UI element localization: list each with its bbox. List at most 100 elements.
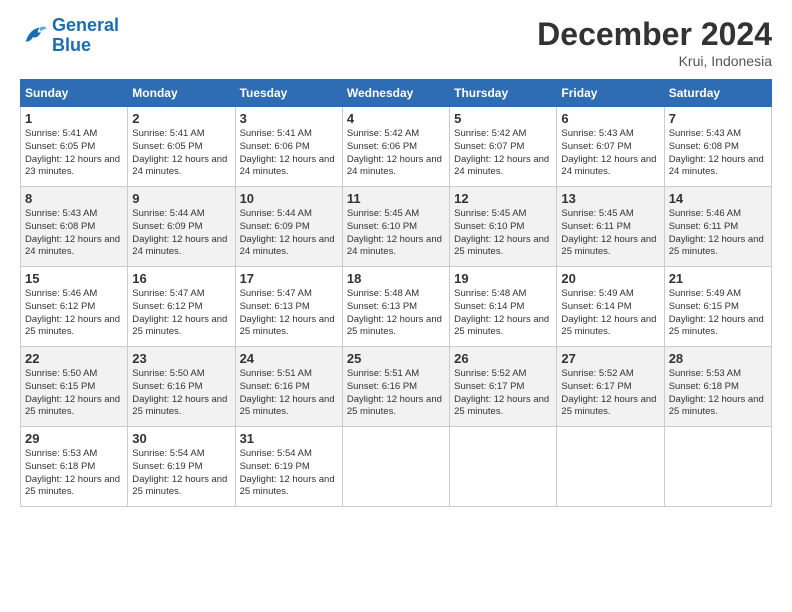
calendar-cell: 31 Sunrise: 5:54 AMSunset: 6:19 PMDaylig… — [235, 427, 342, 507]
day-detail: Sunrise: 5:45 AMSunset: 6:11 PMDaylight:… — [561, 208, 659, 259]
calendar-cell: 2 Sunrise: 5:41 AMSunset: 6:05 PMDayligh… — [128, 107, 235, 187]
day-number: 10 — [240, 191, 338, 206]
day-number: 14 — [669, 191, 767, 206]
calendar-cell: 15 Sunrise: 5:46 AMSunset: 6:12 PMDaylig… — [21, 267, 128, 347]
day-detail: Sunrise: 5:52 AMSunset: 6:17 PMDaylight:… — [454, 368, 552, 419]
header-monday: Monday — [128, 80, 235, 107]
day-detail: Sunrise: 5:46 AMSunset: 6:12 PMDaylight:… — [25, 288, 123, 339]
day-number: 6 — [561, 111, 659, 126]
calendar-cell: 24 Sunrise: 5:51 AMSunset: 6:16 PMDaylig… — [235, 347, 342, 427]
day-detail: Sunrise: 5:49 AMSunset: 6:14 PMDaylight:… — [561, 288, 659, 339]
day-detail: Sunrise: 5:43 AMSunset: 6:07 PMDaylight:… — [561, 128, 659, 179]
calendar-week-3: 15 Sunrise: 5:46 AMSunset: 6:12 PMDaylig… — [21, 267, 772, 347]
calendar-week-2: 8 Sunrise: 5:43 AMSunset: 6:08 PMDayligh… — [21, 187, 772, 267]
day-detail: Sunrise: 5:52 AMSunset: 6:17 PMDaylight:… — [561, 368, 659, 419]
header-friday: Friday — [557, 80, 664, 107]
day-detail: Sunrise: 5:41 AMSunset: 6:05 PMDaylight:… — [132, 128, 230, 179]
title-block: December 2024 Krui, Indonesia — [537, 16, 772, 69]
day-detail: Sunrise: 5:45 AMSunset: 6:10 PMDaylight:… — [454, 208, 552, 259]
day-detail: Sunrise: 5:46 AMSunset: 6:11 PMDaylight:… — [669, 208, 767, 259]
day-number: 17 — [240, 271, 338, 286]
day-number: 21 — [669, 271, 767, 286]
day-number: 7 — [669, 111, 767, 126]
calendar-cell: 8 Sunrise: 5:43 AMSunset: 6:08 PMDayligh… — [21, 187, 128, 267]
day-number: 29 — [25, 431, 123, 446]
day-number: 16 — [132, 271, 230, 286]
calendar-cell — [557, 427, 664, 507]
calendar-table: Sunday Monday Tuesday Wednesday Thursday… — [20, 79, 772, 507]
day-number: 19 — [454, 271, 552, 286]
header-thursday: Thursday — [450, 80, 557, 107]
day-number: 1 — [25, 111, 123, 126]
day-detail: Sunrise: 5:47 AMSunset: 6:12 PMDaylight:… — [132, 288, 230, 339]
calendar-cell: 7 Sunrise: 5:43 AMSunset: 6:08 PMDayligh… — [664, 107, 771, 187]
calendar-cell: 19 Sunrise: 5:48 AMSunset: 6:14 PMDaylig… — [450, 267, 557, 347]
day-number: 25 — [347, 351, 445, 366]
day-detail: Sunrise: 5:54 AMSunset: 6:19 PMDaylight:… — [132, 448, 230, 499]
calendar-week-5: 29 Sunrise: 5:53 AMSunset: 6:18 PMDaylig… — [21, 427, 772, 507]
day-number: 13 — [561, 191, 659, 206]
day-detail: Sunrise: 5:43 AMSunset: 6:08 PMDaylight:… — [25, 208, 123, 259]
day-detail: Sunrise: 5:53 AMSunset: 6:18 PMDaylight:… — [25, 448, 123, 499]
calendar-cell: 26 Sunrise: 5:52 AMSunset: 6:17 PMDaylig… — [450, 347, 557, 427]
day-detail: Sunrise: 5:49 AMSunset: 6:15 PMDaylight:… — [669, 288, 767, 339]
weekday-header-row: Sunday Monday Tuesday Wednesday Thursday… — [21, 80, 772, 107]
calendar-week-1: 1 Sunrise: 5:41 AMSunset: 6:05 PMDayligh… — [21, 107, 772, 187]
day-detail: Sunrise: 5:48 AMSunset: 6:14 PMDaylight:… — [454, 288, 552, 339]
day-number: 5 — [454, 111, 552, 126]
day-number: 18 — [347, 271, 445, 286]
day-detail: Sunrise: 5:41 AMSunset: 6:06 PMDaylight:… — [240, 128, 338, 179]
calendar-cell: 5 Sunrise: 5:42 AMSunset: 6:07 PMDayligh… — [450, 107, 557, 187]
calendar-cell — [664, 427, 771, 507]
day-number: 4 — [347, 111, 445, 126]
day-detail: Sunrise: 5:50 AMSunset: 6:15 PMDaylight:… — [25, 368, 123, 419]
calendar-cell: 14 Sunrise: 5:46 AMSunset: 6:11 PMDaylig… — [664, 187, 771, 267]
calendar-cell: 12 Sunrise: 5:45 AMSunset: 6:10 PMDaylig… — [450, 187, 557, 267]
month-title: December 2024 — [537, 16, 772, 53]
logo-blue: Blue — [52, 35, 91, 55]
day-number: 26 — [454, 351, 552, 366]
day-number: 3 — [240, 111, 338, 126]
calendar-cell: 10 Sunrise: 5:44 AMSunset: 6:09 PMDaylig… — [235, 187, 342, 267]
header-sunday: Sunday — [21, 80, 128, 107]
day-number: 30 — [132, 431, 230, 446]
logo-general: General — [52, 15, 119, 35]
header-tuesday: Tuesday — [235, 80, 342, 107]
page: General Blue December 2024 Krui, Indones… — [0, 0, 792, 517]
day-detail: Sunrise: 5:44 AMSunset: 6:09 PMDaylight:… — [132, 208, 230, 259]
calendar-cell: 11 Sunrise: 5:45 AMSunset: 6:10 PMDaylig… — [342, 187, 449, 267]
day-detail: Sunrise: 5:50 AMSunset: 6:16 PMDaylight:… — [132, 368, 230, 419]
day-detail: Sunrise: 5:43 AMSunset: 6:08 PMDaylight:… — [669, 128, 767, 179]
calendar-cell: 9 Sunrise: 5:44 AMSunset: 6:09 PMDayligh… — [128, 187, 235, 267]
calendar-cell: 21 Sunrise: 5:49 AMSunset: 6:15 PMDaylig… — [664, 267, 771, 347]
day-number: 2 — [132, 111, 230, 126]
calendar-cell: 17 Sunrise: 5:47 AMSunset: 6:13 PMDaylig… — [235, 267, 342, 347]
day-number: 23 — [132, 351, 230, 366]
header: General Blue December 2024 Krui, Indones… — [20, 16, 772, 69]
day-detail: Sunrise: 5:42 AMSunset: 6:07 PMDaylight:… — [454, 128, 552, 179]
day-detail: Sunrise: 5:42 AMSunset: 6:06 PMDaylight:… — [347, 128, 445, 179]
day-number: 20 — [561, 271, 659, 286]
day-number: 31 — [240, 431, 338, 446]
calendar-cell — [342, 427, 449, 507]
day-number: 28 — [669, 351, 767, 366]
calendar-cell: 22 Sunrise: 5:50 AMSunset: 6:15 PMDaylig… — [21, 347, 128, 427]
calendar-cell: 13 Sunrise: 5:45 AMSunset: 6:11 PMDaylig… — [557, 187, 664, 267]
day-detail: Sunrise: 5:53 AMSunset: 6:18 PMDaylight:… — [669, 368, 767, 419]
calendar-cell: 3 Sunrise: 5:41 AMSunset: 6:06 PMDayligh… — [235, 107, 342, 187]
calendar-cell — [450, 427, 557, 507]
day-number: 27 — [561, 351, 659, 366]
day-number: 15 — [25, 271, 123, 286]
calendar-cell: 29 Sunrise: 5:53 AMSunset: 6:18 PMDaylig… — [21, 427, 128, 507]
header-wednesday: Wednesday — [342, 80, 449, 107]
calendar-cell: 27 Sunrise: 5:52 AMSunset: 6:17 PMDaylig… — [557, 347, 664, 427]
day-number: 12 — [454, 191, 552, 206]
calendar-cell: 30 Sunrise: 5:54 AMSunset: 6:19 PMDaylig… — [128, 427, 235, 507]
day-number: 8 — [25, 191, 123, 206]
logo-icon — [20, 22, 48, 50]
day-detail: Sunrise: 5:47 AMSunset: 6:13 PMDaylight:… — [240, 288, 338, 339]
day-detail: Sunrise: 5:48 AMSunset: 6:13 PMDaylight:… — [347, 288, 445, 339]
day-detail: Sunrise: 5:51 AMSunset: 6:16 PMDaylight:… — [347, 368, 445, 419]
logo: General Blue — [20, 16, 119, 56]
day-detail: Sunrise: 5:45 AMSunset: 6:10 PMDaylight:… — [347, 208, 445, 259]
